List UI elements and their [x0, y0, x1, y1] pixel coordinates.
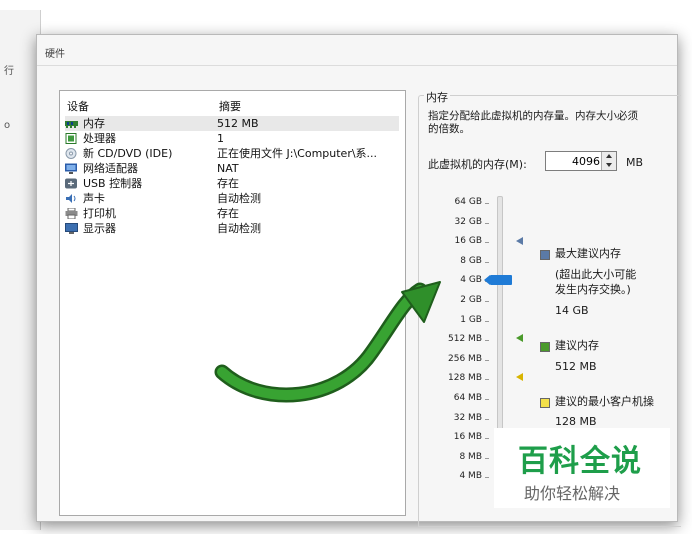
device-summary: 存在 [217, 207, 239, 220]
memory-scale-tick [485, 379, 489, 380]
memory-scale-label: 32 GB [454, 217, 482, 227]
memory-scale-label: 8 MB [459, 452, 482, 462]
memory-scale-label: 512 MB [448, 334, 482, 344]
min-guest-title: 建议的最小客户机操 [555, 395, 654, 408]
memory-scale-label: 16 GB [454, 236, 482, 246]
background-text-fragment: o [4, 120, 11, 131]
memory-scale-label: 4 MB [459, 471, 482, 481]
cd-dvd-icon [65, 148, 77, 159]
memory-description-line: 指定分配给此虚拟机的内存量。内存大小必须 [428, 110, 638, 122]
background-text-fragment: 行 [4, 66, 14, 77]
memory-scale-tick [485, 301, 489, 302]
memory-size-input[interactable] [548, 153, 600, 169]
device-row-printer[interactable]: 打印机 存在 [65, 206, 399, 221]
device-summary: NAT [217, 162, 239, 175]
memory-scale-tick [485, 321, 489, 322]
background-window: 行 o [0, 10, 41, 530]
memory-icon [65, 121, 78, 128]
memory-group-title: 内存 [424, 89, 450, 105]
device-summary: 正在使用文件 J:\Computer\系... [217, 147, 378, 160]
min-guest-swatch [540, 398, 550, 408]
device-summary: 存在 [217, 177, 239, 190]
recommended-marker [516, 334, 523, 342]
max-recommended-swatch [540, 250, 550, 260]
memory-slider-thumb[interactable] [484, 275, 512, 285]
memory-scale-label: 8 GB [460, 256, 482, 266]
display-icon [65, 223, 78, 234]
memory-scale-label: 64 MB [453, 393, 482, 403]
max-recommended-title: 最大建议内存 [555, 247, 621, 260]
watermark: 百科全说 助你轻松解决 [494, 428, 670, 508]
memory-scale-label: 64 GB [454, 197, 482, 207]
device-name: 内存 [83, 117, 105, 130]
memory-scale-tick [485, 262, 489, 263]
dialog-title: 硬件 [45, 49, 65, 60]
max-recommended-note: 发生内存交换。) [555, 283, 631, 296]
memory-scale-tick [485, 438, 489, 439]
device-row-memory[interactable]: 内存 512 MB [65, 116, 399, 131]
memory-scale-tick [485, 242, 489, 243]
device-name: 声卡 [83, 192, 105, 205]
recommended-title: 建议内存 [555, 339, 599, 352]
sound-card-icon [66, 194, 76, 203]
summary-column-header[interactable]: 摘要 [219, 98, 241, 114]
device-column-header[interactable]: 设备 [67, 98, 89, 114]
recommended-value: 512 MB [555, 360, 597, 373]
memory-scale-label: 4 GB [460, 275, 482, 285]
watermark-brand: 百科全说 [518, 444, 642, 479]
device-summary: 自动检测 [217, 222, 261, 235]
memory-scale-label: 1 GB [460, 315, 482, 325]
recommended-swatch [540, 342, 550, 352]
stepper-buttons [601, 152, 616, 170]
device-summary: 512 MB [217, 117, 259, 130]
network-adapter-icon [65, 163, 77, 174]
memory-scale-tick [485, 477, 489, 478]
memory-scale-tick [485, 360, 489, 361]
device-name: 处理器 [83, 132, 116, 145]
device-row-processor[interactable]: 处理器 1 [65, 131, 399, 146]
memory-scale-tick [485, 399, 489, 400]
device-name: 网络适配器 [83, 162, 138, 175]
processor-icon [65, 133, 77, 144]
watermark-slogan: 助你轻松解决 [524, 484, 621, 503]
device-list-panel[interactable]: 设备 摘要 内存 512 MB 处理器 1 新 CD/DVD (IDE) 正在使… [59, 90, 406, 516]
memory-scale-tick [485, 203, 489, 204]
max-recommended-marker [516, 237, 523, 245]
device-row-cd-dvd[interactable]: 新 CD/DVD (IDE) 正在使用文件 J:\Computer\系... [65, 146, 399, 161]
spin-down-button[interactable] [602, 161, 616, 170]
memory-scale-tick [485, 458, 489, 459]
memory-size-stepper[interactable] [545, 151, 617, 171]
device-summary: 自动检测 [217, 192, 261, 205]
memory-scale-tick [485, 340, 489, 341]
min-guest-marker [516, 373, 523, 381]
title-divider [37, 65, 677, 66]
memory-field-label: 此虚拟机的内存(M): [428, 158, 527, 171]
device-summary: 1 [217, 132, 224, 145]
memory-scale-label: 128 MB [448, 373, 482, 383]
device-row-display[interactable]: 显示器 自动检测 [65, 221, 399, 236]
memory-scale-tick [485, 223, 489, 224]
memory-scale-label: 256 MB [448, 354, 482, 364]
memory-description-line: 的倍数。 [428, 123, 470, 135]
printer-icon [65, 208, 78, 219]
device-name: 新 CD/DVD (IDE) [83, 147, 173, 160]
device-row-network-adapter[interactable]: 网络适配器 NAT [65, 161, 399, 176]
memory-description: 指定分配给此虚拟机的内存量。内存大小必须 的倍数。 [428, 110, 688, 136]
max-recommended-value: 14 GB [555, 304, 589, 317]
device-row-usb-controller[interactable]: USB 控制器 存在 [65, 176, 399, 191]
min-guest-value: 128 MB [555, 415, 597, 428]
memory-scale-label: 2 GB [460, 295, 482, 305]
max-recommended-note: (超出此大小可能 [555, 268, 637, 281]
memory-scale-label: 32 MB [453, 413, 482, 423]
device-row-sound-card[interactable]: 声卡 自动检测 [65, 191, 399, 206]
device-name: 显示器 [83, 222, 116, 235]
usb-controller-icon [65, 178, 77, 189]
memory-scale-label: 16 MB [453, 432, 482, 442]
memory-scale-tick [485, 419, 489, 420]
device-name: 打印机 [83, 207, 116, 220]
memory-unit-label: MB [626, 156, 644, 169]
device-name: USB 控制器 [83, 177, 143, 190]
